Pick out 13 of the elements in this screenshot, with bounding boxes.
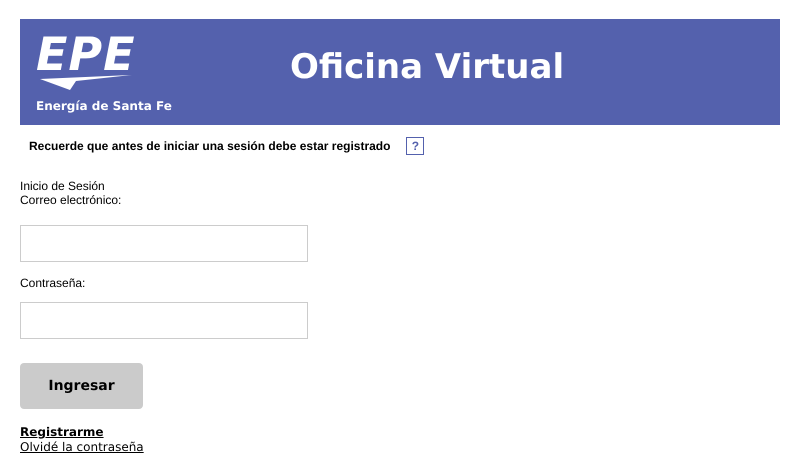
notice-text: Recuerde que antes de iniciar una sesión debe estar registrado <box>29 139 390 153</box>
section-heading: Inicio de Sesión <box>20 179 106 193</box>
field-label: Correo electrónico: <box>20 193 122 207</box>
help-button[interactable]: ? <box>406 137 424 155</box>
input-field[interactable] <box>20 302 308 339</box>
logo-text: EPE <box>36 31 136 77</box>
input-field[interactable] <box>20 225 308 262</box>
field-label: Contraseña: <box>20 276 86 290</box>
text-link[interactable]: Registrarme <box>20 425 104 440</box>
page-title: Oficina Virtual <box>290 47 564 87</box>
logo-subtitle: Energía de Santa Fe <box>36 99 172 113</box>
login-button[interactable]: Ingresar <box>20 363 143 409</box>
text-link[interactable]: Olvidé la contraseña <box>20 440 144 455</box>
